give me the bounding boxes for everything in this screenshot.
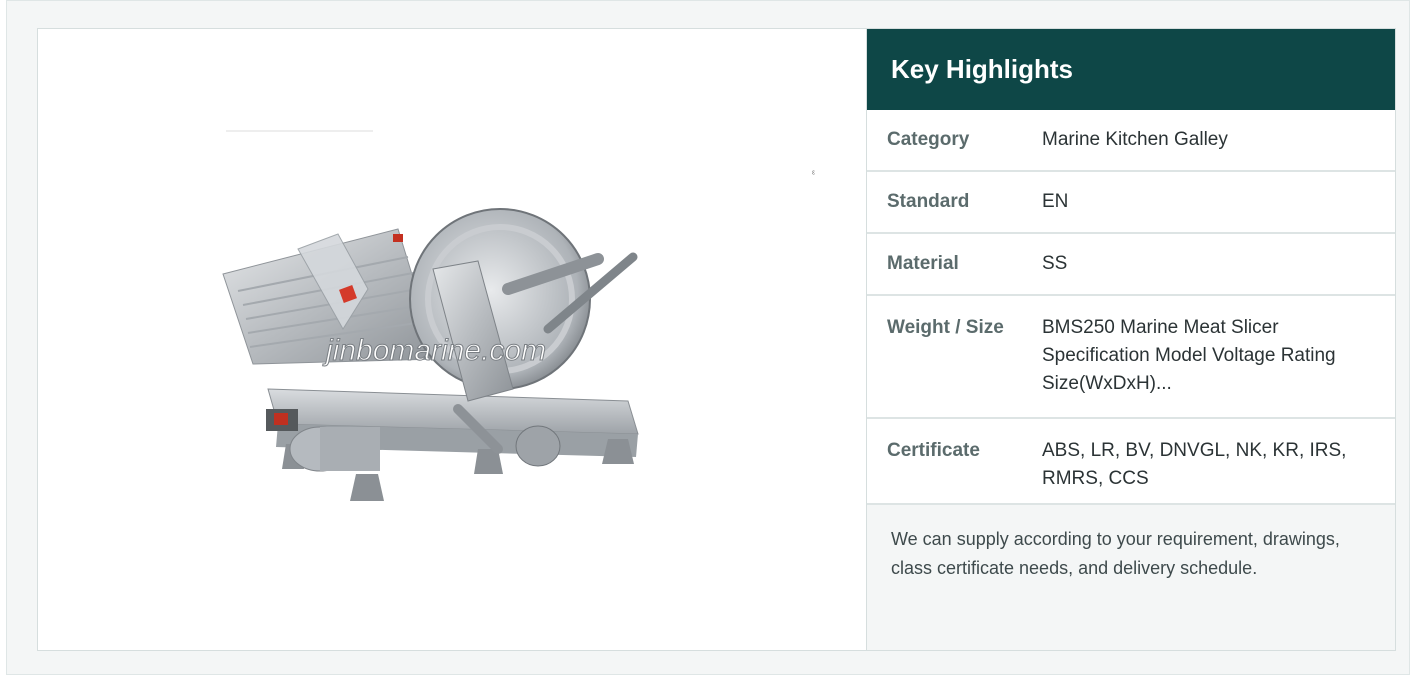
row-value: BMS250 Marine Meat Slicer Specification … — [1042, 317, 1336, 394]
row-label: Category — [887, 129, 970, 150]
meat-slicer-illustration: jinbomarine.com ᵋ — [222, 130, 815, 501]
product-card: jinbomarine.com ᵋ Key Highlights Categor… — [37, 28, 1396, 651]
row-value: SS — [1042, 253, 1068, 274]
highlight-row-standard: Standard EN — [867, 172, 1395, 234]
highlight-row-category: Category Marine Kitchen Galley — [867, 110, 1395, 172]
panel-title: Key Highlights — [867, 29, 1395, 110]
highlight-row-weight-size: Weight / Size BMS250 Marine Meat Slicer … — [867, 296, 1395, 419]
row-label: Weight / Size — [887, 317, 1004, 338]
row-value: EN — [1042, 191, 1069, 212]
watermark-text: jinbomarine.com — [322, 334, 546, 367]
row-value: ABS, LR, BV, DNVGL, NK, KR, IRS, RMRS, C… — [1042, 440, 1347, 489]
highlight-row-material: Material SS — [867, 234, 1395, 296]
supply-note: We can supply according to your requirem… — [867, 505, 1395, 650]
row-label: Material — [887, 253, 959, 274]
page-background: jinbomarine.com ᵋ Key Highlights Categor… — [6, 0, 1410, 675]
svg-text:ᵋ: ᵋ — [812, 169, 815, 180]
highlight-row-certificate: Certificate ABS, LR, BV, DNVGL, NK, KR, … — [867, 419, 1395, 505]
row-label: Standard — [887, 191, 970, 212]
product-image: jinbomarine.com ᵋ — [38, 29, 867, 650]
row-label: Certificate — [887, 440, 980, 461]
key-highlights-panel: Key Highlights Category Marine Kitchen G… — [867, 29, 1395, 650]
row-value: Marine Kitchen Galley — [1042, 129, 1228, 150]
